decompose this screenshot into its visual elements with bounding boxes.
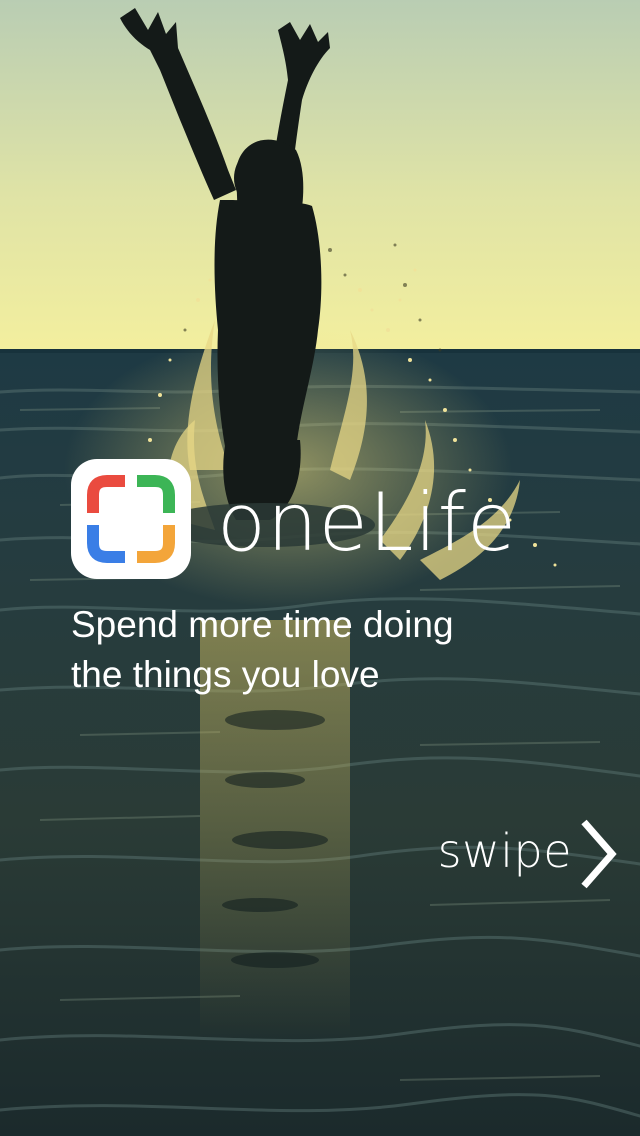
- swipe-next-button[interactable]: swipe: [438, 814, 618, 894]
- swipe-label: swipe: [437, 824, 572, 878]
- tagline-line-1: Spend more time doing: [71, 604, 454, 645]
- tagline-line-2: the things you love: [71, 654, 380, 695]
- chevron-right-icon: [581, 819, 617, 889]
- tagline: Spend more time doing the things you lov…: [71, 600, 591, 700]
- app-name: oneLife: [217, 476, 518, 569]
- onboarding-screen: oneLife Spend more time doing the things…: [0, 0, 640, 1136]
- brand-header: oneLife: [71, 458, 517, 580]
- app-logo-icon: [71, 459, 191, 579]
